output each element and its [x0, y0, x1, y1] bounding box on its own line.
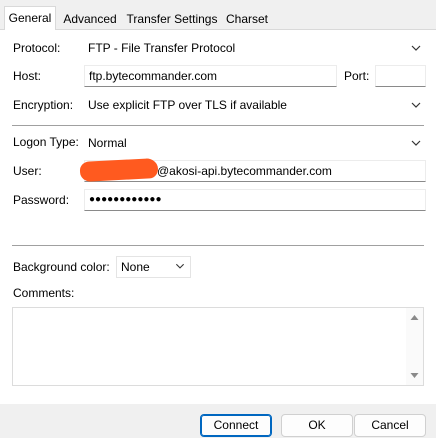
tab-transfer-settings[interactable]: Transfer Settings [124, 9, 220, 29]
protocol-label: Protocol: [13, 41, 61, 55]
comments-textarea[interactable] [12, 307, 424, 386]
divider [12, 125, 424, 126]
protocol-value: FTP - File Transfer Protocol [88, 41, 236, 55]
comments-label: Comments: [13, 286, 75, 300]
chevron-down-icon [411, 45, 421, 51]
button-row: Connect OK Cancel [0, 404, 436, 438]
encryption-value: Use explicit FTP over TLS if available [88, 98, 287, 112]
background-color-select[interactable]: None [116, 256, 191, 278]
password-input[interactable]: ●●●●●●●●●●●● [84, 189, 426, 211]
ok-button[interactable]: OK [281, 414, 353, 437]
comments-scrollbar[interactable] [406, 308, 423, 385]
tab-bar: General Advanced Transfer Settings Chars… [0, 0, 436, 30]
background-color-label: Background color: [13, 260, 110, 274]
logon-type-label: Logon Type: [13, 135, 79, 149]
chevron-down-icon [411, 102, 421, 108]
password-label: Password: [13, 193, 70, 207]
tab-general[interactable]: General [4, 6, 56, 30]
port-input[interactable] [375, 65, 426, 87]
background-color-value: None [121, 260, 150, 274]
cancel-button[interactable]: Cancel [354, 414, 426, 437]
scroll-up-icon[interactable] [410, 314, 419, 321]
scroll-down-icon[interactable] [410, 372, 419, 379]
protocol-select[interactable]: FTP - File Transfer Protocol [84, 37, 426, 59]
tab-advanced[interactable]: Advanced [60, 9, 120, 29]
logon-type-select[interactable]: Normal [84, 132, 426, 154]
encryption-label: Encryption: [13, 98, 74, 112]
redaction-mark [79, 157, 159, 183]
connect-button[interactable]: Connect [200, 414, 272, 437]
logon-type-value: Normal [88, 136, 127, 150]
chevron-down-icon [175, 263, 185, 269]
host-input[interactable]: ftp.bytecommander.com [84, 65, 337, 87]
encryption-select[interactable]: Use explicit FTP over TLS if available [84, 94, 426, 116]
chevron-down-icon [411, 140, 421, 146]
port-label: Port: [344, 69, 370, 83]
host-label: Host: [13, 69, 42, 83]
divider [12, 245, 424, 246]
tab-charset[interactable]: Charset [222, 9, 272, 29]
user-label: User: [13, 164, 42, 178]
